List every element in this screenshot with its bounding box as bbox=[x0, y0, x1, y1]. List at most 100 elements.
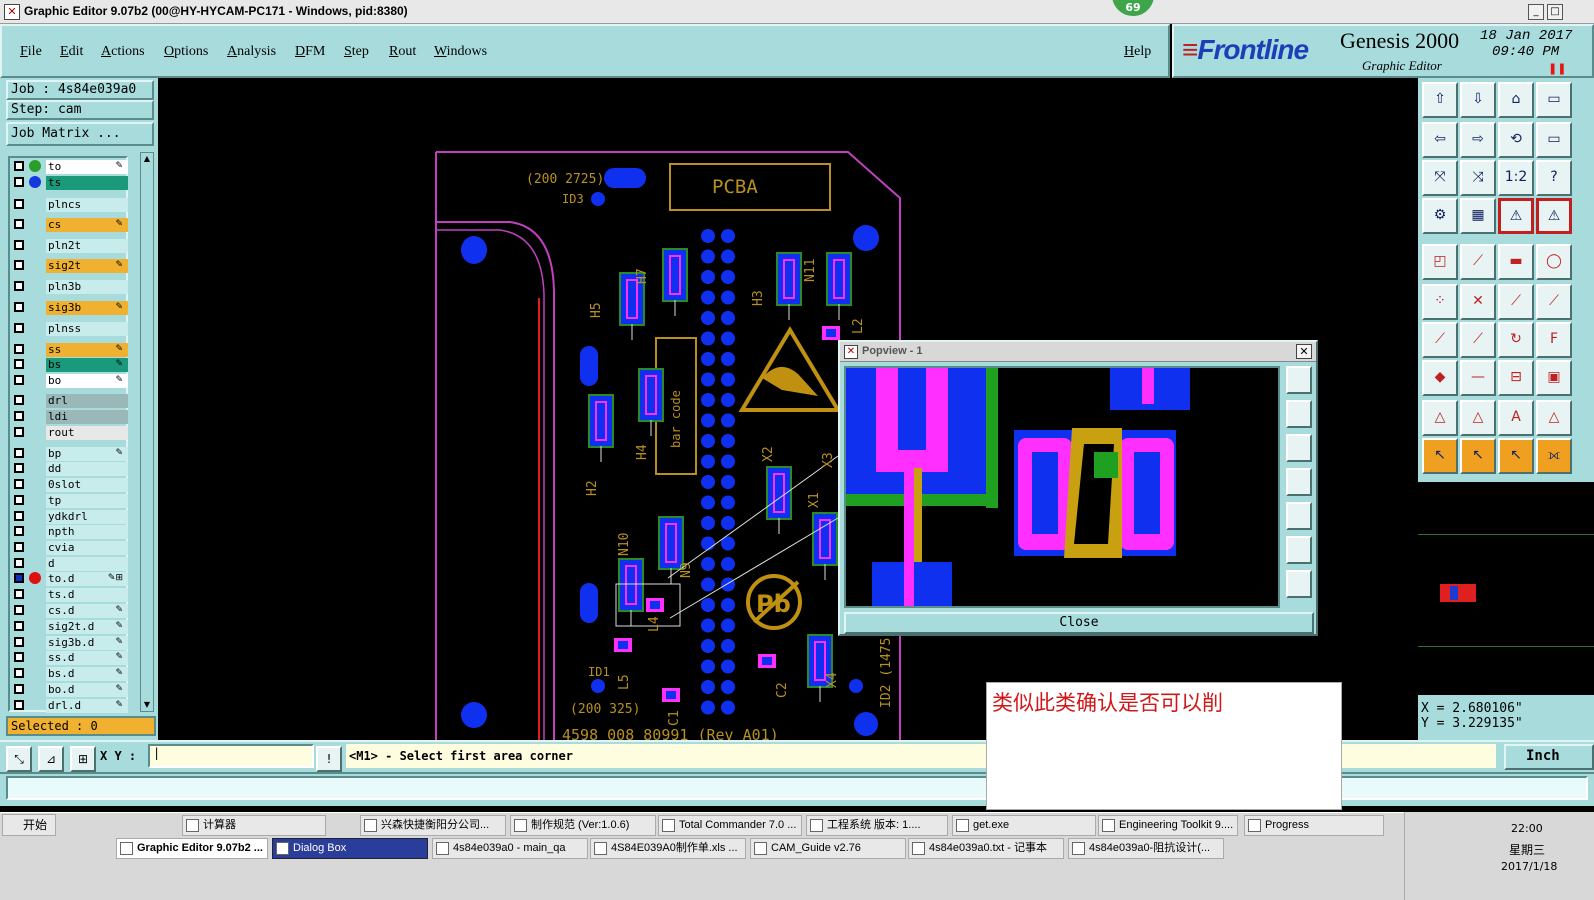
layer-name[interactable]: cvia bbox=[46, 541, 128, 555]
tool-button[interactable]: △ bbox=[1536, 400, 1572, 436]
scroll-down-icon[interactable]: ▼ bbox=[142, 700, 152, 710]
layer-row[interactable]: cs.d ✎ bbox=[12, 604, 128, 618]
xy-input[interactable]: | bbox=[148, 744, 314, 768]
layer-name[interactable]: pln2t bbox=[46, 239, 128, 253]
layer-checkbox[interactable] bbox=[14, 359, 24, 369]
layer-checkbox[interactable] bbox=[14, 323, 24, 333]
tool-button[interactable]: ↻ bbox=[1498, 322, 1534, 358]
layer-row[interactable]: sig3b.d ✎ bbox=[12, 636, 128, 650]
tool-button[interactable]: ⇦ bbox=[1422, 122, 1458, 158]
taskbar-item[interactable]: 工程系统 版本: 1.... bbox=[806, 815, 948, 836]
layer-checkbox[interactable] bbox=[14, 542, 24, 552]
menu-dfm[interactable]: DFM bbox=[295, 44, 325, 60]
layer-edit-icon[interactable]: ✎ bbox=[115, 359, 123, 369]
layer-scrollbar[interactable]: ▲ ▼ bbox=[140, 152, 154, 712]
layer-checkbox[interactable] bbox=[14, 668, 24, 678]
layer-checkbox[interactable] bbox=[14, 161, 24, 171]
layer-edit-icon[interactable]: ✎ bbox=[115, 621, 123, 631]
layer-checkbox[interactable] bbox=[14, 177, 24, 187]
tool-button[interactable]: ⤨ bbox=[1460, 160, 1496, 196]
layer-checkbox[interactable] bbox=[14, 281, 24, 291]
layer-row[interactable]: sig2t.d ✎ bbox=[12, 620, 128, 634]
layer-row[interactable]: plncs bbox=[12, 198, 128, 212]
layer-edit-icon[interactable]: ✎ bbox=[115, 637, 123, 647]
popview-center-icon[interactable] bbox=[1286, 570, 1312, 598]
taskbar-item[interactable]: Graphic Editor 9.07b2 ... bbox=[116, 838, 268, 859]
layer-checkbox[interactable] bbox=[14, 526, 24, 536]
layer-checkbox[interactable] bbox=[14, 621, 24, 631]
layer-name[interactable]: 0slot bbox=[46, 478, 128, 492]
layer-name[interactable]: ldi bbox=[46, 410, 128, 424]
layer-edit-icon[interactable]: ✎ bbox=[115, 700, 123, 710]
tool-button[interactable]: ⟋ bbox=[1536, 284, 1572, 320]
layer-edit-icon[interactable]: ✎ bbox=[115, 668, 123, 678]
taskbar-item[interactable]: Progress bbox=[1244, 815, 1384, 836]
layer-checkbox[interactable] bbox=[14, 302, 24, 312]
taskbar-item[interactable]: 兴森快捷衡阳分公司... bbox=[360, 815, 506, 836]
tool-button[interactable]: A bbox=[1498, 400, 1534, 436]
popview-title-bar[interactable]: ✕ Popview - 1 ✕ bbox=[840, 342, 1316, 362]
layer-checkbox[interactable] bbox=[14, 395, 24, 405]
layer-row[interactable]: tp bbox=[12, 494, 128, 508]
layer-edit-icon[interactable]: ✎ bbox=[115, 302, 123, 312]
unit-button[interactable]: Inch bbox=[1504, 744, 1594, 770]
layer-edit-icon[interactable]: ✎ bbox=[115, 375, 123, 385]
scroll-up-icon[interactable]: ▲ bbox=[142, 154, 152, 164]
layer-checkbox[interactable] bbox=[14, 605, 24, 615]
layer-checkbox[interactable] bbox=[14, 219, 24, 229]
layer-checkbox[interactable] bbox=[14, 463, 24, 473]
taskbar-item[interactable]: 4s84e039a0.txt - 记事本 bbox=[908, 838, 1064, 859]
taskbar-item[interactable]: Total Commander 7.0 ... bbox=[658, 815, 802, 836]
layer-row[interactable]: pln2t bbox=[12, 239, 128, 253]
taskbar-item[interactable]: Dialog Box bbox=[272, 838, 428, 859]
menu-analysis[interactable]: Analysis bbox=[227, 44, 276, 60]
start-button[interactable]: 开始 bbox=[2, 814, 56, 836]
taskbar-item[interactable]: 4S84E039A0制作单.xls ... bbox=[590, 838, 746, 859]
tool-button[interactable]: ⇧ bbox=[1422, 82, 1458, 118]
layer-row[interactable]: bo.d ✎ bbox=[12, 683, 128, 697]
layer-row[interactable]: ydkdrl bbox=[12, 510, 128, 524]
popview-left-icon[interactable] bbox=[1286, 468, 1312, 496]
layer-edit-icon[interactable]: ✎⊞ bbox=[108, 573, 123, 583]
layer-checkbox[interactable] bbox=[14, 375, 24, 385]
layer-color-dot[interactable] bbox=[29, 160, 41, 172]
layer-row[interactable]: sig2t ✎ bbox=[12, 259, 128, 273]
menu-help[interactable]: Help bbox=[1124, 44, 1151, 60]
maximize-button[interactable]: □ bbox=[1547, 4, 1563, 20]
tool-button[interactable]: ↖ bbox=[1422, 438, 1458, 474]
taskbar-item[interactable]: 4s84e039a0-阻抗设计(... bbox=[1068, 838, 1224, 859]
tool-button[interactable]: ✕ bbox=[1460, 284, 1496, 320]
tool-button[interactable]: 1:2 bbox=[1498, 160, 1534, 196]
popview-right-icon[interactable] bbox=[1286, 502, 1312, 530]
tool-button[interactable]: ▣ bbox=[1536, 360, 1572, 396]
layer-row[interactable]: drl.d ✎ bbox=[12, 699, 128, 713]
grid-icon[interactable]: ⊞ bbox=[70, 746, 96, 772]
layer-edit-icon[interactable]: ✎ bbox=[115, 344, 123, 354]
layer-row[interactable]: ss.d ✎ bbox=[12, 651, 128, 665]
layer-checkbox[interactable] bbox=[14, 479, 24, 489]
layer-row[interactable]: plnss bbox=[12, 322, 128, 336]
layer-checkbox[interactable] bbox=[14, 240, 24, 250]
layer-row[interactable]: ts.d bbox=[12, 588, 128, 602]
layer-row[interactable]: pln3b bbox=[12, 280, 128, 294]
tool-button[interactable]: ⟋ bbox=[1460, 322, 1496, 358]
layer-checkbox[interactable] bbox=[14, 344, 24, 354]
layer-edit-icon[interactable]: ✎ bbox=[115, 605, 123, 615]
layer-row[interactable]: sig3b ✎ bbox=[12, 301, 128, 315]
layer-checkbox[interactable] bbox=[14, 199, 24, 209]
layer-name[interactable]: ts bbox=[46, 176, 128, 190]
layer-edit-icon[interactable]: ✎ bbox=[115, 652, 123, 662]
layer-row[interactable]: cvia bbox=[12, 541, 128, 555]
tool-button[interactable]: ⇩ bbox=[1460, 82, 1496, 118]
layer-edit-icon[interactable]: ✎ bbox=[115, 684, 123, 694]
menu-file[interactable]: File bbox=[20, 44, 42, 60]
layer-row[interactable]: to ✎ bbox=[12, 160, 128, 174]
tool-button[interactable]: ◯ bbox=[1536, 244, 1572, 280]
tool-button[interactable]: ⊟ bbox=[1498, 360, 1534, 396]
tool-button[interactable]: ⌂ bbox=[1498, 82, 1534, 118]
popview-canvas[interactable] bbox=[844, 366, 1280, 608]
layer-row[interactable]: npth bbox=[12, 525, 128, 539]
layer-row[interactable]: bs.d ✎ bbox=[12, 667, 128, 681]
popview-zoom-icon[interactable] bbox=[1286, 366, 1312, 394]
tool-button[interactable]: ⚙ bbox=[1422, 198, 1458, 234]
